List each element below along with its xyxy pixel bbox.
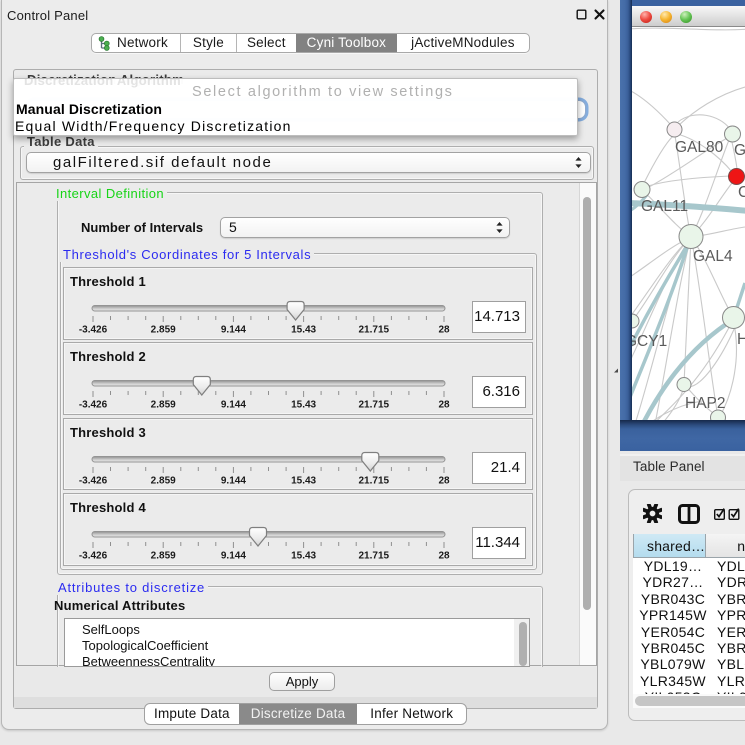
svg-text:HAP2: HAP2	[685, 395, 726, 412]
svg-text:GAL4: GAL4	[693, 248, 733, 265]
svg-text:-3.426: -3.426	[79, 551, 108, 562]
svg-text:15.43: 15.43	[291, 475, 316, 486]
svg-text:-3.426: -3.426	[79, 400, 108, 411]
svg-text:GCY1: GCY1	[632, 333, 667, 350]
svg-text:21.715: 21.715	[359, 551, 390, 562]
svg-text:2.859: 2.859	[151, 400, 176, 411]
svg-text:GAL11: GAL11	[641, 198, 688, 215]
svg-text:9.144: 9.144	[221, 551, 246, 562]
svg-text:H: H	[737, 331, 745, 348]
svg-text:15.43: 15.43	[291, 551, 316, 562]
svg-text:9.144: 9.144	[221, 400, 246, 411]
svg-text:2.859: 2.859	[151, 551, 176, 562]
svg-text:GA: GA	[734, 142, 745, 159]
svg-text:21.715: 21.715	[359, 325, 390, 336]
svg-text:9.144: 9.144	[221, 475, 246, 486]
svg-text:GAL80: GAL80	[675, 139, 724, 156]
svg-text:2.859: 2.859	[151, 325, 176, 336]
svg-text:28: 28	[438, 325, 450, 336]
svg-text:-3.426: -3.426	[79, 475, 108, 486]
svg-text:28: 28	[438, 400, 450, 411]
svg-text:28: 28	[438, 475, 450, 486]
svg-text:2.859: 2.859	[151, 475, 176, 486]
svg-text:-3.426: -3.426	[79, 325, 108, 336]
svg-text:C: C	[738, 184, 745, 201]
svg-text:15.43: 15.43	[291, 325, 316, 336]
svg-text:15.43: 15.43	[291, 400, 316, 411]
svg-text:9.144: 9.144	[221, 325, 246, 336]
svg-text:21.715: 21.715	[359, 400, 390, 411]
svg-text:21.715: 21.715	[359, 475, 390, 486]
svg-text:28: 28	[438, 551, 450, 562]
